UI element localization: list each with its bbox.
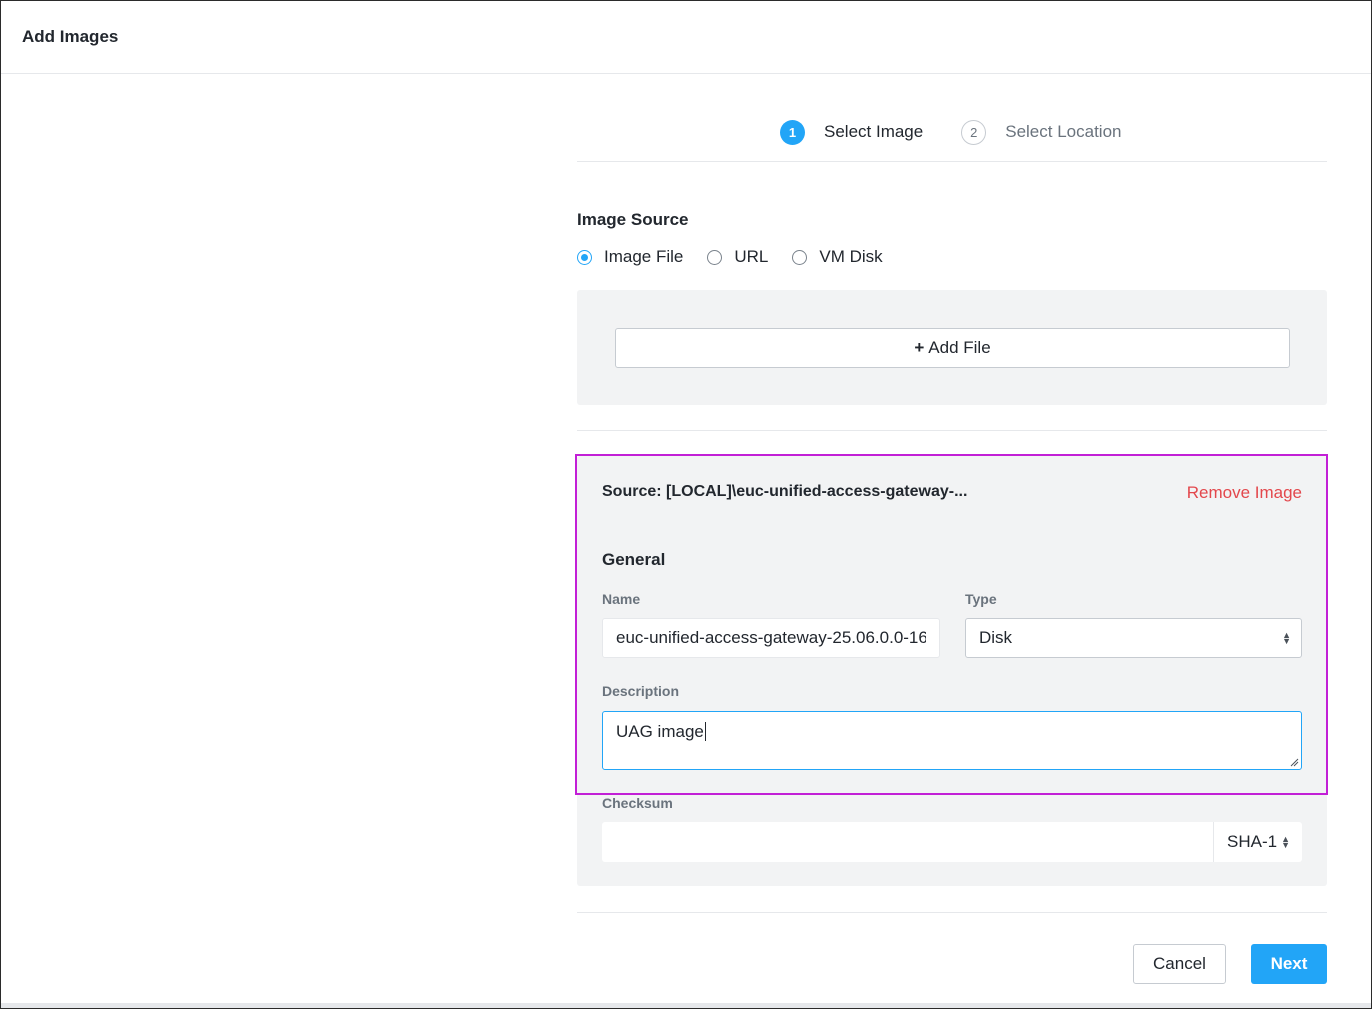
checksum-field: SHA-1 ▲ ▼ bbox=[602, 822, 1302, 862]
panel-divider bbox=[577, 430, 1327, 431]
image-source-title: Image Source bbox=[577, 210, 689, 229]
highlight-annotation bbox=[575, 454, 1328, 795]
bottom-scroll-strip bbox=[1, 1003, 1371, 1008]
radio-label-image-file: Image File bbox=[604, 247, 684, 266]
radio-vm-disk[interactable]: VM Disk bbox=[792, 247, 883, 267]
plus-icon: + bbox=[914, 338, 925, 357]
step-label-select-location: Select Location bbox=[1005, 122, 1122, 141]
dialog-title: Add Images bbox=[22, 27, 119, 46]
radio-url[interactable]: URL bbox=[707, 247, 768, 267]
step-select-image[interactable]: 1 Select Image bbox=[780, 119, 924, 145]
add-file-button[interactable]: + Add File bbox=[615, 328, 1290, 368]
step-number-2: 2 bbox=[961, 119, 987, 145]
cancel-button[interactable]: Cancel bbox=[1133, 944, 1226, 984]
image-source-radio-group: Image File URL VM Disk bbox=[577, 247, 907, 267]
select-arrows-icon: ▲ ▼ bbox=[1281, 834, 1290, 850]
add-file-label: Add File bbox=[928, 338, 991, 357]
steps-divider bbox=[577, 161, 1327, 162]
checksum-algorithm-value: SHA-1 bbox=[1227, 832, 1278, 851]
radio-checked-icon bbox=[577, 249, 592, 265]
radio-unchecked-icon bbox=[707, 249, 723, 265]
step-number-1: 1 bbox=[780, 119, 805, 145]
radio-unchecked-icon bbox=[792, 249, 808, 265]
checksum-input[interactable] bbox=[602, 822, 1214, 862]
checksum-algorithm-select[interactable]: SHA-1 ▲ ▼ bbox=[1214, 822, 1302, 862]
checksum-label: Checksum bbox=[602, 795, 673, 811]
next-button[interactable]: Next bbox=[1251, 944, 1327, 984]
radio-image-file[interactable]: Image File bbox=[577, 247, 683, 267]
dialog-header: Add Images bbox=[1, 1, 1371, 74]
step-label-select-image: Select Image bbox=[824, 122, 924, 141]
wizard-steps: 1 Select Image 2 Select Location bbox=[780, 119, 1121, 145]
step-select-location[interactable]: 2 Select Location bbox=[961, 119, 1122, 145]
radio-label-vm-disk: VM Disk bbox=[819, 247, 883, 266]
radio-label-url: URL bbox=[734, 247, 769, 266]
footer-divider bbox=[577, 912, 1327, 913]
